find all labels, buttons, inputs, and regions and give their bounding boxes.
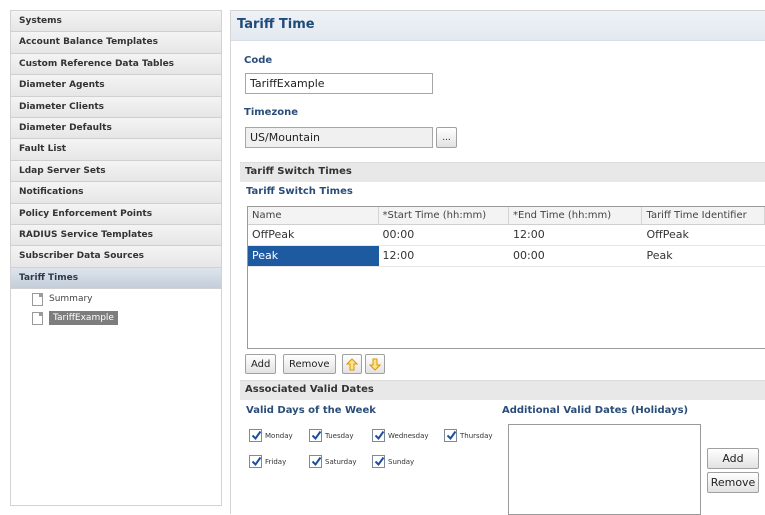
checkbox-thursday[interactable]: Thursday: [444, 429, 493, 442]
sidebar-item-fault-list[interactable]: Fault List: [11, 139, 221, 161]
checkmark-icon: [446, 430, 457, 441]
tree-item-label: Summary: [49, 294, 93, 304]
move-up-button[interactable]: [342, 354, 362, 374]
sidebar-item-diameter-defaults[interactable]: Diameter Defaults: [11, 117, 221, 140]
cell-name: OffPeak: [252, 228, 295, 241]
checkbox-box[interactable]: [372, 455, 385, 468]
table-row[interactable]: OffPeak 00:00 12:00 OffPeak: [248, 225, 765, 246]
holidays-label: Additional Valid Dates (Holidays): [502, 405, 689, 416]
valid-days-label: Valid Days of the Week: [246, 405, 376, 416]
sidebar: Systems Account Balance Templates Custom…: [10, 10, 222, 506]
cell-start-time: 12:00: [382, 249, 415, 262]
checkbox-label: Friday: [265, 457, 287, 466]
checkbox-saturday[interactable]: Saturday: [309, 455, 357, 468]
checkbox-box[interactable]: [249, 455, 262, 468]
tariff-switch-times-section: Tariff Switch Times: [240, 162, 765, 182]
cell-end-time: 12:00: [513, 228, 545, 241]
timezone-browse-button[interactable]: ...: [436, 127, 457, 148]
arrow-down-icon: [369, 358, 381, 371]
tree-item-label: TariffExample: [49, 311, 118, 325]
tariff-switch-table: Name *Start Time (hh:mm) *End Time (hh:m…: [247, 206, 765, 349]
move-down-button[interactable]: [365, 354, 385, 374]
checkbox-label: Tuesday: [325, 431, 354, 440]
cell-end-time: 00:00: [513, 249, 545, 262]
column-header-tariff-time-identifier[interactable]: Tariff Time Identifier: [642, 207, 765, 224]
sidebar-item-diameter-agents[interactable]: Diameter Agents: [11, 75, 221, 97]
page-title: Tariff Time: [237, 17, 315, 32]
checkmark-icon: [374, 430, 385, 441]
document-icon: [32, 292, 43, 306]
sidebar-item-diameter-clients[interactable]: Diameter Clients: [11, 96, 221, 118]
sidebar-item-ldap-server-sets[interactable]: Ldap Server Sets: [11, 160, 221, 183]
tree-item-tariffexample[interactable]: TariffExample: [32, 310, 118, 326]
document-icon: [32, 311, 43, 325]
sidebar-item-custom-reference-data-tables[interactable]: Custom Reference Data Tables: [11, 53, 221, 76]
checkmark-icon: [311, 430, 322, 441]
code-label: Code: [244, 55, 273, 66]
sidebar-item-account-balance-templates[interactable]: Account Balance Templates: [11, 32, 221, 54]
table-row[interactable]: Peak 12:00 00:00 Peak: [248, 246, 765, 267]
sidebar-item-subscriber-data-sources[interactable]: Subscriber Data Sources: [11, 246, 221, 268]
main-panel: Tariff Time Code TariffExample Timezone …: [230, 10, 765, 515]
checkbox-box[interactable]: [372, 429, 385, 442]
column-header-name[interactable]: Name: [248, 207, 379, 224]
checkbox-wednesday[interactable]: Wednesday: [372, 429, 429, 442]
checkbox-label: Saturday: [325, 457, 357, 466]
code-input[interactable]: TariffExample: [245, 73, 433, 94]
sidebar-item-policy-enforcement-points[interactable]: Policy Enforcement Points: [11, 203, 221, 225]
checkmark-icon: [251, 456, 262, 467]
column-header-start-time[interactable]: *Start Time (hh:mm): [379, 207, 509, 224]
checkbox-label: Wednesday: [388, 431, 429, 440]
checkmark-icon: [251, 430, 262, 441]
checkmark-icon: [311, 456, 322, 467]
tree-item-summary[interactable]: Summary: [32, 291, 93, 307]
checkbox-label: Monday: [265, 431, 293, 440]
checkbox-box[interactable]: [309, 429, 322, 442]
sidebar-item-notifications[interactable]: Notifications: [11, 182, 221, 204]
add-holiday-button[interactable]: Add: [707, 448, 759, 469]
add-row-button[interactable]: Add: [245, 354, 277, 374]
holidays-listbox[interactable]: [508, 424, 701, 515]
checkbox-sunday[interactable]: Sunday: [372, 455, 414, 468]
timezone-field[interactable]: US/Mountain: [245, 127, 433, 148]
checkbox-box[interactable]: [249, 429, 262, 442]
checkbox-tuesday[interactable]: Tuesday: [309, 429, 353, 442]
sidebar-item-radius-service-templates[interactable]: RADIUS Service Templates: [11, 224, 221, 247]
checkbox-label: Thursday: [460, 431, 493, 440]
sidebar-item-systems[interactable]: Systems: [11, 11, 221, 33]
cell-identifier: OffPeak: [646, 228, 689, 241]
cell-identifier: Peak: [646, 249, 673, 262]
checkmark-icon: [374, 456, 385, 467]
remove-holiday-button[interactable]: Remove: [707, 472, 759, 493]
associated-valid-dates-section: Associated Valid Dates: [240, 380, 765, 400]
remove-row-button[interactable]: Remove: [283, 354, 336, 374]
tariff-switch-times-subtitle: Tariff Switch Times: [246, 186, 353, 197]
checkbox-monday[interactable]: Monday: [249, 429, 293, 442]
title-bar: Tariff Time: [231, 11, 765, 41]
timezone-label: Timezone: [244, 107, 299, 118]
table-header: Name *Start Time (hh:mm) *End Time (hh:m…: [248, 207, 765, 225]
checkbox-box[interactable]: [309, 455, 322, 468]
arrow-up-icon: [346, 357, 358, 370]
column-header-end-time[interactable]: *End Time (hh:mm): [509, 207, 643, 224]
cell-start-time: 00:00: [382, 228, 415, 241]
checkbox-box[interactable]: [444, 429, 457, 442]
sidebar-item-tariff-times[interactable]: Tariff Times: [11, 267, 221, 290]
section-title: Tariff Switch Times: [245, 166, 352, 177]
checkbox-label: Sunday: [388, 457, 415, 466]
checkbox-friday[interactable]: Friday: [249, 455, 286, 468]
section-title: Associated Valid Dates: [245, 384, 374, 395]
cell-name: Peak: [248, 246, 379, 266]
